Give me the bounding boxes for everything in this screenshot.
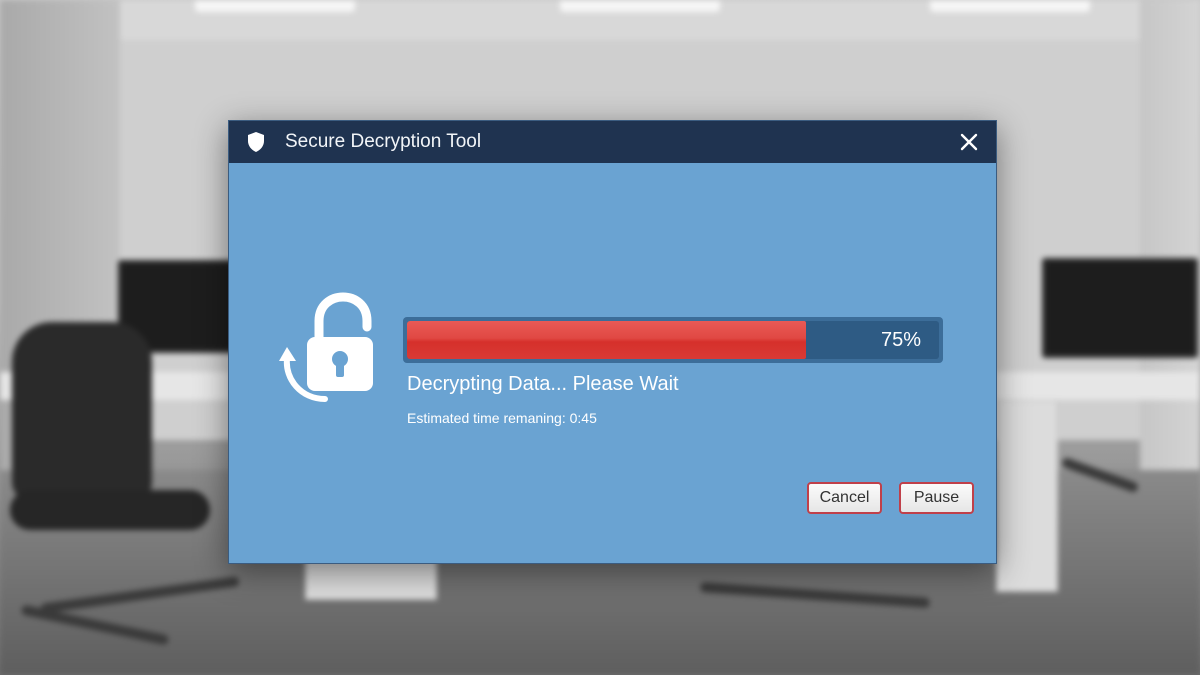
status-message: Decrypting Data... Please Wait — [407, 373, 679, 395]
shield-icon — [245, 131, 267, 153]
pause-button[interactable]: Pause — [899, 482, 974, 514]
progress-percent: 75% — [880, 328, 921, 351]
eta-text: Estimated time remaning: 0:45 — [407, 410, 597, 426]
progress-track: 75% — [407, 321, 939, 359]
progress-bar: 75% — [403, 317, 943, 363]
title-bar[interactable]: Secure Decryption Tool — [229, 121, 996, 163]
cancel-button[interactable]: Cancel — [807, 482, 882, 514]
scene: Secure Decryption Tool 75% Decrypting Da… — [0, 0, 1200, 675]
window-title: Secure Decryption Tool — [285, 131, 482, 152]
progress-fill — [407, 321, 806, 359]
decryption-dialog: Secure Decryption Tool 75% Decrypting Da… — [228, 120, 997, 564]
close-icon[interactable] — [956, 129, 982, 155]
unlock-refresh-icon — [277, 291, 377, 403]
